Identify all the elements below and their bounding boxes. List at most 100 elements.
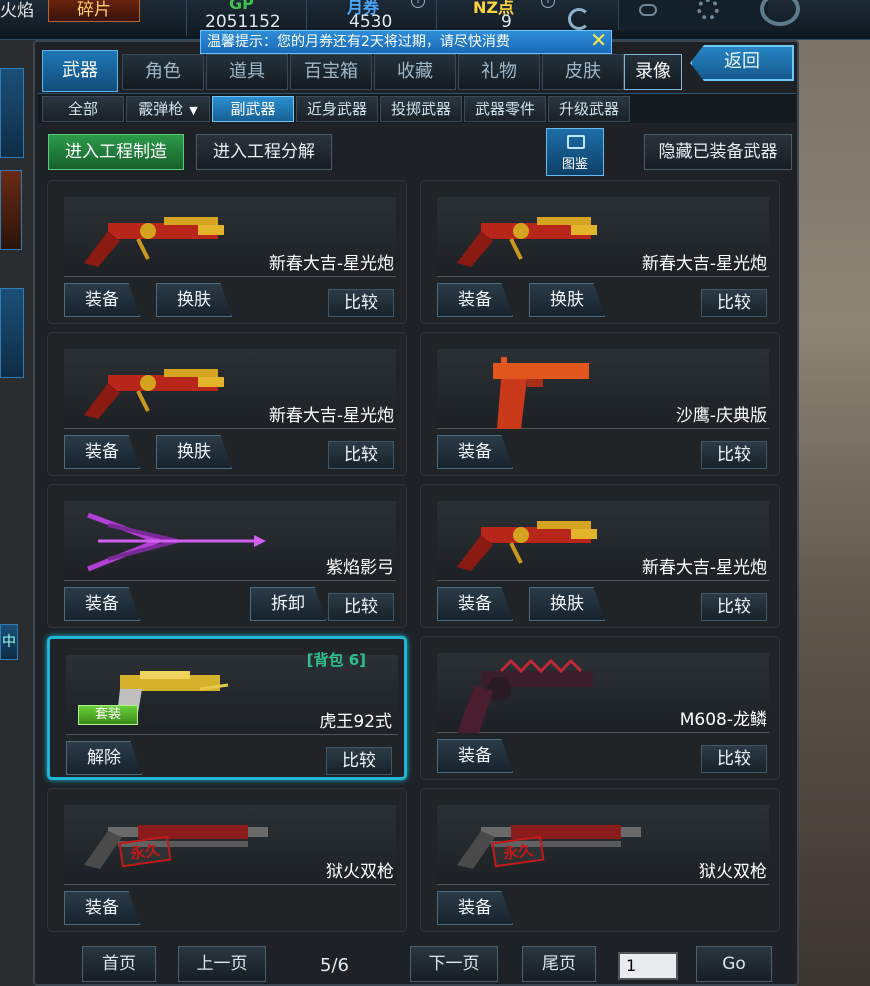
purple-bow-image bbox=[78, 505, 268, 579]
tab-favorites[interactable]: 收藏 bbox=[374, 54, 456, 90]
left-label: 火焰 bbox=[0, 1, 34, 21]
change-skin-button[interactable]: 换肤 bbox=[156, 435, 232, 469]
compare-button[interactable]: 比较 bbox=[701, 441, 767, 469]
side-tag[interactable]: 中 bbox=[0, 624, 18, 660]
tab-gifts[interactable]: 礼物 bbox=[458, 54, 540, 90]
tab-character[interactable]: 角色 bbox=[122, 54, 204, 90]
weapon-name: M608-龙鳞 bbox=[679, 710, 767, 730]
tab-props[interactable]: 道具 bbox=[206, 54, 288, 90]
change-skin-button[interactable]: 换肤 bbox=[529, 587, 605, 621]
backpack-slot-tag: [背包 6] bbox=[306, 651, 366, 669]
compare-button[interactable]: 比较 bbox=[701, 745, 767, 773]
equip-button[interactable]: 装备 bbox=[437, 435, 513, 469]
chevron-down-icon: ▼ bbox=[189, 104, 198, 117]
compare-button[interactable]: 比较 bbox=[328, 441, 394, 469]
weapon-name: 虎王92式 bbox=[319, 712, 392, 732]
dual-guns-image bbox=[78, 809, 278, 883]
compare-button[interactable]: 比较 bbox=[701, 593, 767, 621]
prev-page-button[interactable]: 上一页 bbox=[178, 946, 266, 982]
first-page-button[interactable]: 首页 bbox=[82, 946, 156, 982]
weapon-card[interactable]: 新春大吉-星光炮装备 换肤 比较 bbox=[420, 180, 780, 324]
weapon-name: 新春大吉-星光炮 bbox=[641, 558, 767, 578]
red-gold-cannon-image bbox=[451, 201, 601, 275]
weapon-name: 狱火双枪 bbox=[699, 862, 767, 882]
subtab-upgrade[interactable]: 升级武器 bbox=[548, 96, 630, 122]
top-icon-group bbox=[618, 0, 768, 30]
craft-button[interactable]: 进入工程制造 bbox=[48, 134, 184, 170]
main-tabs: 武器 角色 道具 百宝箱 收藏 礼物 皮肤 录像 bbox=[36, 50, 796, 92]
tab-treasure-box[interactable]: 百宝箱 bbox=[290, 54, 372, 90]
go-button[interactable]: Go bbox=[696, 946, 772, 982]
info-icon[interactable]: i bbox=[541, 0, 555, 8]
illustrated-button[interactable]: 图鉴 bbox=[546, 128, 604, 176]
page-indicator: 5/6 bbox=[320, 955, 349, 976]
equip-button[interactable]: 装备 bbox=[437, 739, 513, 773]
orange-pistol-image bbox=[487, 353, 597, 437]
red-gold-cannon-image bbox=[78, 201, 228, 275]
subtab-melee[interactable]: 近身武器 bbox=[296, 96, 378, 122]
next-page-button[interactable]: 下一页 bbox=[410, 946, 498, 982]
weapon-name: 狱火双枪 bbox=[326, 862, 394, 882]
weapon-card[interactable]: 沙鹰-庆典版 装备 比较 bbox=[420, 332, 780, 476]
weapon-card[interactable]: 新春大吉-星光炮装备 换肤 比较 bbox=[47, 180, 407, 324]
gp-value: 2051152 bbox=[205, 12, 281, 32]
notice-text: 温馨提示：您的月券还有2天将过期，请尽快消费 bbox=[207, 34, 510, 50]
change-skin-button[interactable]: 换肤 bbox=[156, 283, 232, 317]
compare-button[interactable]: 比较 bbox=[328, 289, 394, 317]
dual-guns-image bbox=[451, 809, 651, 883]
equip-button[interactable]: 装备 bbox=[64, 891, 140, 925]
nz-value: 9 bbox=[501, 12, 512, 32]
weapon-card[interactable]: 紫焰影弓装备 拆卸 比较 bbox=[47, 484, 407, 628]
hide-equipped-button[interactable]: 隐藏已装备武器 bbox=[644, 134, 792, 170]
sub-tabs: 全部 霰弹枪 ▼ 副武器 近身武器 投掷武器 武器零件 升级武器 bbox=[38, 93, 796, 123]
close-icon[interactable]: ✕ bbox=[590, 29, 607, 51]
subtab-shotgun-label: 霰弹枪 bbox=[138, 100, 184, 118]
equip-button[interactable]: 装备 bbox=[437, 283, 513, 317]
info-icon[interactable]: i bbox=[411, 0, 425, 8]
weapon-card[interactable]: 套装 [背包 6] 虎王92式 解除 比较 bbox=[47, 636, 407, 780]
back-button[interactable]: 返回 bbox=[690, 45, 794, 81]
last-page-button[interactable]: 尾页 bbox=[522, 946, 596, 982]
equip-button[interactable]: 装备 bbox=[64, 435, 140, 469]
side-panel-slot[interactable] bbox=[0, 68, 24, 158]
page-number-input[interactable]: 1 bbox=[618, 952, 678, 980]
red-gold-cannon-image bbox=[451, 505, 601, 579]
side-panel-slot[interactable] bbox=[0, 170, 22, 250]
weapon-card[interactable]: 永久 狱火双枪 装备 bbox=[420, 788, 780, 932]
equip-button[interactable]: 装备 bbox=[64, 587, 140, 621]
subtab-parts[interactable]: 武器零件 bbox=[464, 96, 546, 122]
gear-icon[interactable] bbox=[697, 0, 719, 20]
weapon-card[interactable]: 新春大吉-星光炮装备 换肤 比较 bbox=[47, 332, 407, 476]
side-panel-slot[interactable] bbox=[0, 288, 24, 378]
equip-button[interactable]: 装备 bbox=[437, 587, 513, 621]
equip-button[interactable]: 装备 bbox=[64, 283, 140, 317]
illustrated-label: 图鉴 bbox=[561, 157, 588, 172]
weapon-card[interactable]: M608-龙鳞装备 比较 bbox=[420, 636, 780, 780]
unequip-button[interactable]: 解除 bbox=[66, 741, 142, 775]
tab-skins[interactable]: 皮肤 bbox=[542, 54, 624, 90]
group-icon[interactable] bbox=[639, 4, 657, 16]
weapon-card[interactable]: 永久 狱火双枪 装备 bbox=[47, 788, 407, 932]
weapon-name: 新春大吉-星光炮 bbox=[641, 254, 767, 274]
compare-button[interactable]: 比较 bbox=[328, 593, 394, 621]
tab-replay[interactable]: 录像 bbox=[624, 54, 682, 90]
subtab-all[interactable]: 全部 bbox=[42, 96, 124, 122]
weapon-card[interactable]: 新春大吉-星光炮装备 换肤 比较 bbox=[420, 484, 780, 628]
compare-button[interactable]: 比较 bbox=[326, 747, 392, 775]
change-skin-button[interactable]: 换肤 bbox=[529, 283, 605, 317]
unmount-button[interactable]: 拆卸 bbox=[250, 587, 326, 621]
subtab-shotgun-dropdown[interactable]: 霰弹枪 ▼ bbox=[126, 96, 210, 122]
disassemble-button[interactable]: 进入工程分解 bbox=[196, 134, 332, 170]
dragon-revolver-image bbox=[451, 657, 601, 741]
weapon-name: 新春大吉-星光炮 bbox=[268, 406, 394, 426]
tab-weapon[interactable]: 武器 bbox=[42, 50, 118, 92]
subtab-throwing[interactable]: 投掷武器 bbox=[380, 96, 462, 122]
compare-button[interactable]: 比较 bbox=[701, 289, 767, 317]
equip-button[interactable]: 装备 bbox=[437, 891, 513, 925]
subtab-secondary[interactable]: 副武器 bbox=[212, 96, 294, 122]
refresh-icon[interactable] bbox=[568, 8, 590, 30]
weapon-name: 紫焰影弓 bbox=[326, 558, 394, 578]
weapon-name: 新春大吉-星光炮 bbox=[268, 254, 394, 274]
book-icon bbox=[567, 135, 585, 149]
fragment-button[interactable]: 碎片 bbox=[48, 0, 140, 22]
